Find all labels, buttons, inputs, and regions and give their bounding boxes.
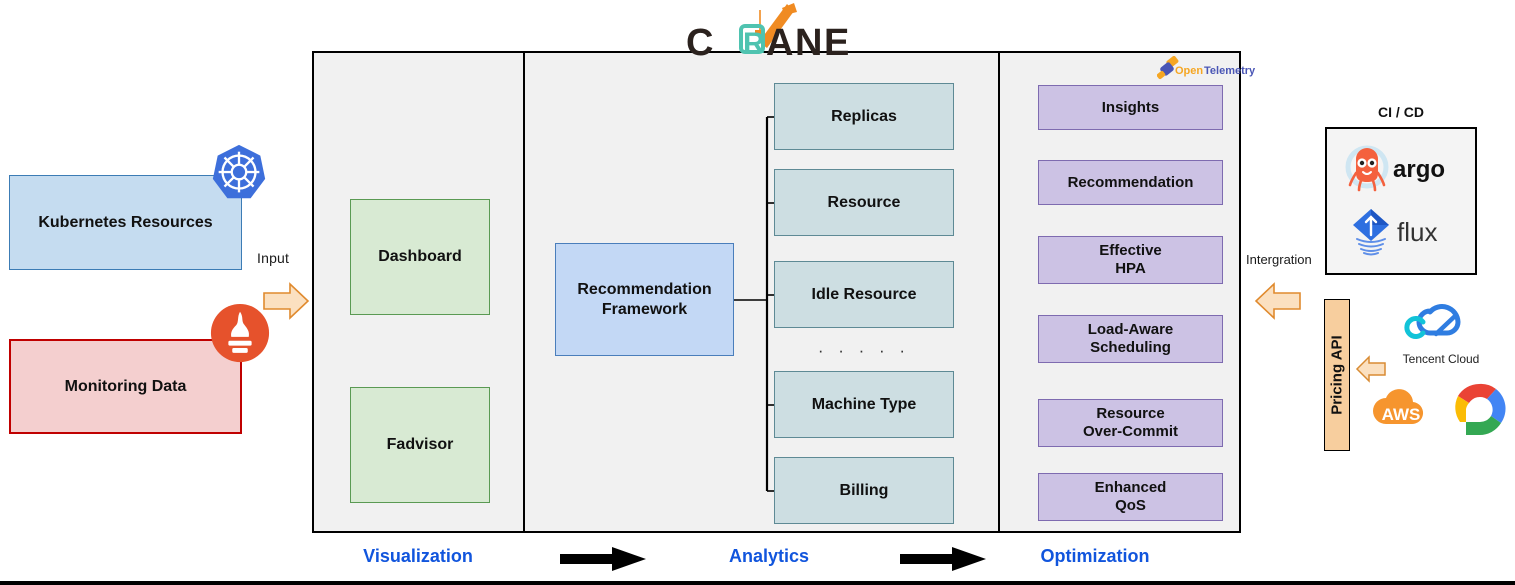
optimization-box-resource-over-commit: Resource Over-Commit: [1038, 399, 1223, 447]
cicd-tools-box: argo flux: [1325, 127, 1477, 275]
load-aware-line2: Scheduling: [1090, 339, 1171, 356]
monitoring-data-box: Monitoring Data: [9, 339, 242, 434]
optimization-box-recommendation: Recommendation: [1038, 160, 1223, 205]
dashboard-label: Dashboard: [378, 248, 462, 265]
insights-label: Insights: [1101, 98, 1160, 116]
stage-arrow-1-icon: [560, 547, 646, 571]
idle-resource-label: Idle Resource: [811, 285, 917, 303]
svg-text:Telemetry: Telemetry: [1204, 65, 1256, 77]
kubernetes-resources-label: Kubernetes Resources: [38, 213, 213, 231]
monitoring-data-label: Monitoring Data: [64, 377, 187, 395]
analytics-box-billing: Billing: [774, 457, 954, 524]
bottom-rule: [0, 581, 1515, 585]
stage-label-optimization: Optimization: [1040, 546, 1150, 566]
fadvisor-label: Fadvisor: [386, 436, 454, 453]
analytics-box-idle-resource: Idle Resource: [774, 261, 954, 328]
recommendation-framework-line1: Recommendation: [577, 280, 712, 298]
resource-label: Resource: [827, 193, 901, 211]
pricing-api-label: Pricing API: [1328, 335, 1346, 415]
kubernetes-icon: [212, 144, 266, 199]
recommendation-framework-box: Recommendation Framework: [555, 243, 734, 356]
stage-label-visualization: Visualization: [363, 546, 473, 566]
optimization-box-enhanced-qos: Enhanced QoS: [1038, 473, 1223, 521]
svg-text:flux: flux: [1397, 217, 1437, 247]
integration-label: Intergration: [1246, 252, 1312, 267]
panel-divider-2: [998, 53, 1000, 531]
pricing-left-arrow-icon: [1355, 355, 1386, 383]
over-commit-line2: Over-Commit: [1082, 423, 1179, 440]
stage-label-analytics: Analytics: [728, 546, 810, 566]
enhanced-qos-line2: QoS: [1115, 497, 1146, 514]
flux-diamond-icon: flux: [1353, 209, 1437, 256]
panel-divider-1: [523, 53, 525, 531]
visualization-box-dashboard: Dashboard: [350, 199, 490, 315]
opentelemetry-logo: Open Telemetry: [1157, 56, 1256, 80]
svg-text:E: E: [824, 22, 849, 64]
tencent-cloud-label: Tencent Cloud: [1402, 352, 1480, 366]
tencent-cloud-icon: [1404, 304, 1461, 339]
load-aware-line1: Load-Aware: [1087, 321, 1174, 338]
visualization-box-fadvisor: Fadvisor: [350, 387, 490, 503]
svg-text:A: A: [766, 22, 793, 64]
analytics-box-machine-type: Machine Type: [774, 371, 954, 438]
over-commit-line1: Resource: [1096, 405, 1165, 422]
crane-main-panel: Dashboard Fadvisor Recommendation Framew…: [312, 51, 1241, 533]
input-flow-label: Input: [257, 250, 290, 266]
optimization-box-insights: Insights: [1038, 85, 1223, 130]
pricing-api-box: Pricing API: [1324, 299, 1350, 451]
architecture-diagram: Kubernetes Resources Monitoring Data Inp…: [0, 0, 1515, 585]
argo-octopus-icon: argo: [1345, 145, 1445, 192]
crane-logo: C R A N E: [686, 3, 849, 64]
recommendation-framework-line2: Framework: [601, 300, 688, 318]
analytics-box-resource: Resource: [774, 169, 954, 236]
google-cloud-icon: [1455, 383, 1506, 436]
svg-text:R: R: [743, 27, 765, 60]
svg-text:Open: Open: [1175, 65, 1203, 77]
recommendation-label: Recommendation: [1067, 173, 1194, 191]
optimization-box-load-aware-scheduling: Load-Aware Scheduling: [1038, 315, 1223, 363]
replicas-label: Replicas: [831, 107, 897, 125]
svg-text:AWS: AWS: [1382, 405, 1421, 424]
machine-type-label: Machine Type: [811, 395, 917, 413]
effective-hpa-line1: Effective: [1099, 242, 1162, 259]
cicd-title: CI / CD: [1378, 104, 1424, 120]
effective-hpa-line2: HPA: [1115, 260, 1146, 277]
analytics-box-replicas: Replicas: [774, 83, 954, 150]
integration-left-arrow-icon: [1254, 282, 1301, 320]
billing-label: Billing: [839, 481, 889, 499]
stage-arrow-2-icon: [900, 547, 986, 571]
svg-text:C: C: [686, 22, 713, 64]
input-right-arrow-icon: [263, 282, 310, 320]
aws-cloud-icon: AWS: [1373, 389, 1424, 425]
svg-text:N: N: [795, 22, 822, 64]
enhanced-qos-line1: Enhanced: [1094, 479, 1167, 496]
analytics-ellipsis: · · · · ·: [817, 341, 911, 360]
svg-text:argo: argo: [1393, 156, 1445, 183]
optimization-box-effective-hpa: Effective HPA: [1038, 236, 1223, 284]
